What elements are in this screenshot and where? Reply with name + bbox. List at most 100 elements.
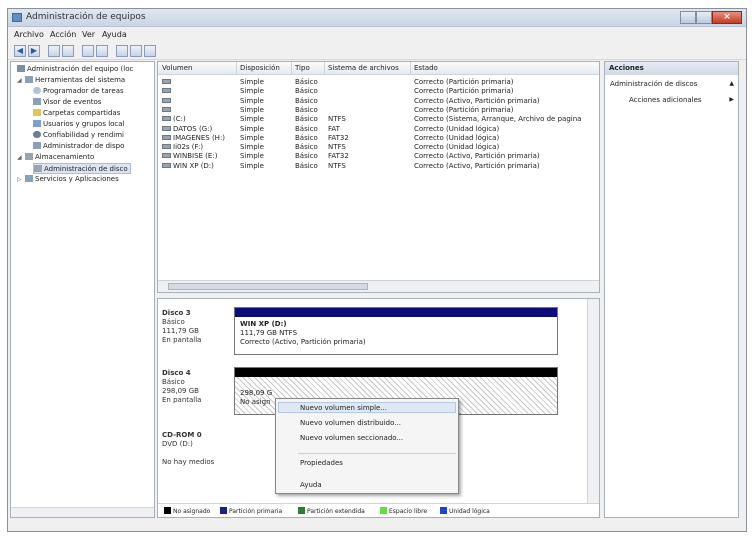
- volume-cell: Simple: [240, 161, 264, 170]
- clock-icon: [33, 87, 41, 94]
- tree-item-reliability[interactable]: Confiabilidad y rendimi: [33, 130, 124, 141]
- maximize-button[interactable]: [696, 11, 712, 24]
- volume-cell: WIN XP (D:): [162, 162, 236, 171]
- users-icon: [33, 120, 41, 127]
- event-viewer-icon: [33, 98, 41, 105]
- volume-row[interactable]: Simple Básico Correcto (Activo, Partición …: [158, 97, 599, 106]
- volume-row[interactable]: WINBISE (E:) Simple Básico FAT32 Correcto (A…: [158, 152, 599, 161]
- volume-icon: [162, 153, 171, 159]
- column-tipo[interactable]: Tipo: [295, 64, 310, 72]
- volume-row[interactable]: Simple Básico Correcto (Partición primaria…: [158, 87, 599, 96]
- up-folder-icon[interactable]: [48, 45, 60, 57]
- volume-icon: [162, 79, 171, 84]
- submenu-arrow-icon[interactable]: ▶: [729, 96, 734, 103]
- list-view-icon[interactable]: [96, 45, 108, 57]
- volume-cell: NTFS: [328, 161, 346, 170]
- volume-cell: Simple: [240, 87, 264, 96]
- collapse-icon[interactable]: ◢: [17, 75, 22, 86]
- menu-item-new-simple-volume[interactable]: Nuevo volumen simple...: [300, 404, 387, 412]
- volume-cell: Correcto (Partición primaria): [414, 78, 514, 86]
- collapse-arrow-icon[interactable]: ▲: [729, 80, 734, 87]
- forward-arrow-icon[interactable]: ▶: [28, 45, 40, 57]
- volume-icon: [162, 162, 171, 168]
- volume-cell: Simple: [240, 152, 264, 161]
- volume-row[interactable]: WIN XP (D:) Simple Básico NTFS Correcto (Act…: [158, 162, 599, 171]
- tree-item-device-manager[interactable]: Administrador de dispo: [33, 141, 124, 152]
- volume-row[interactable]: (C:) Simple Básico NTFS Correcto (Sistema, A…: [158, 115, 599, 124]
- collapse-icon[interactable]: ◢: [17, 152, 22, 163]
- show-hide-tree-icon[interactable]: [62, 45, 74, 57]
- menu-item-properties[interactable]: Propiedades: [300, 459, 343, 467]
- tree-item-users-groups[interactable]: Usuarios y grupos local: [33, 119, 125, 130]
- volume-cell: Correcto (Unidad lógica): [414, 143, 500, 152]
- volume-list-header: Volumen Disposición Tipo Sistema de arch…: [158, 62, 599, 75]
- volume-cell: Básico: [295, 124, 318, 133]
- back-arrow-icon[interactable]: ◀: [14, 45, 26, 57]
- volume-row[interactable]: Simple Básico Correcto (Partición primaria…: [158, 106, 599, 115]
- volume-icon: [162, 116, 171, 122]
- menu-item-new-striped-volume[interactable]: Nuevo volumen seccionado...: [300, 434, 403, 442]
- volume-list: Volumen Disposición Tipo Sistema de arch…: [157, 61, 600, 293]
- close-button[interactable]: ×: [712, 11, 742, 24]
- help-icon[interactable]: [116, 45, 128, 57]
- volume-cell: (C:): [162, 115, 236, 124]
- cdrom-label[interactable]: CD-ROM 0 DVD (D:) No hay medios: [162, 431, 230, 467]
- volume-cell: Básico: [295, 78, 318, 86]
- volume-cell: Básico: [295, 143, 318, 152]
- window-title: Administración de equipos: [26, 12, 146, 22]
- tree-item-services[interactable]: ▷ Servicios y Aplicaciones: [17, 174, 119, 185]
- volume-cell: Básico: [295, 133, 318, 142]
- tree-item-event-viewer[interactable]: Visor de eventos: [33, 97, 101, 108]
- tree-item-disk-management[interactable]: Administración de disco: [33, 163, 131, 174]
- legend-unallocated: No asignado: [164, 507, 210, 515]
- tree-item-root[interactable]: Administración del equipo (loc: [17, 64, 133, 75]
- column-disposicion[interactable]: Disposición: [240, 64, 280, 72]
- properties-icon[interactable]: [130, 45, 142, 57]
- disk3-label[interactable]: Disco 3 Básico 111,79 GB En pantalla: [162, 309, 230, 345]
- tree-item-storage[interactable]: ◢ Almacenamiento: [17, 152, 94, 163]
- volume-icon: [162, 88, 171, 94]
- menu-bar: Archivo Acción Ver Ayuda: [8, 28, 746, 41]
- volume-row[interactable]: Ii02s (F:) Simple Básico NTFS Correcto (Unid…: [158, 143, 599, 152]
- volume-cell: NTFS: [328, 115, 346, 124]
- disk-icon: [34, 165, 42, 172]
- column-volumen[interactable]: Volumen: [162, 64, 192, 72]
- column-estado[interactable]: Estado: [414, 64, 438, 72]
- disk3-partition[interactable]: WIN XP (D:) 111,79 GB NTFS Correcto (Act…: [234, 307, 558, 355]
- tree-item-task-scheduler[interactable]: Programador de tareas: [33, 86, 124, 97]
- volume-cell: Simple: [240, 124, 264, 133]
- volume-row[interactable]: IMAGENES (H:) Simple Básico FAT32 Correcto (…: [158, 134, 599, 143]
- menu-accion[interactable]: Acción: [50, 30, 76, 39]
- disk-vertical-scrollbar[interactable]: [587, 299, 599, 507]
- volume-row[interactable]: Simple Básico Correcto (Partición primaria…: [158, 78, 599, 87]
- volume-cell: IMAGENES (H:): [162, 134, 236, 143]
- menu-ayuda[interactable]: Ayuda: [102, 30, 127, 39]
- volume-row[interactable]: DATOS (G:) Simple Básico FAT Correcto (Unida…: [158, 125, 599, 134]
- export-icon[interactable]: [144, 45, 156, 57]
- tree-item-shared-folders[interactable]: Carpetas compartidas: [33, 108, 120, 119]
- unallocated-bar: [235, 368, 557, 377]
- expand-icon[interactable]: ▷: [17, 174, 22, 185]
- volume-cell: [162, 106, 236, 115]
- disk4-label[interactable]: Disco 4 Básico 298,09 GB En pantalla: [162, 369, 230, 405]
- view-icon[interactable]: [82, 45, 94, 57]
- menu-archivo[interactable]: Archivo: [14, 30, 44, 39]
- tree-horizontal-scrollbar[interactable]: [11, 507, 154, 517]
- scrollbar-thumb[interactable]: [168, 283, 368, 290]
- column-sistema-archivos[interactable]: Sistema de archivos: [328, 64, 399, 72]
- minimize-button[interactable]: [680, 11, 696, 24]
- tree-item-system-tools[interactable]: ◢ Herramientas del sistema: [17, 75, 125, 86]
- menu-item-new-spanned-volume[interactable]: Nuevo volumen distribuido...: [300, 419, 401, 427]
- volume-icon: [162, 144, 171, 150]
- menu-ver[interactable]: Ver: [82, 30, 95, 39]
- volume-horizontal-scrollbar[interactable]: [158, 280, 599, 292]
- performance-icon: [33, 131, 41, 138]
- action-disk-management[interactable]: Administración de discos: [610, 80, 697, 88]
- action-more-actions[interactable]: Acciones adicionales: [629, 96, 702, 104]
- volume-cell: DATOS (G:): [162, 125, 236, 134]
- primary-partition-bar: [235, 308, 557, 317]
- menu-item-help[interactable]: Ayuda: [300, 481, 322, 489]
- volume-icon: [162, 134, 171, 140]
- volume-cell: FAT32: [328, 133, 349, 142]
- volume-cell: Básico: [295, 87, 318, 96]
